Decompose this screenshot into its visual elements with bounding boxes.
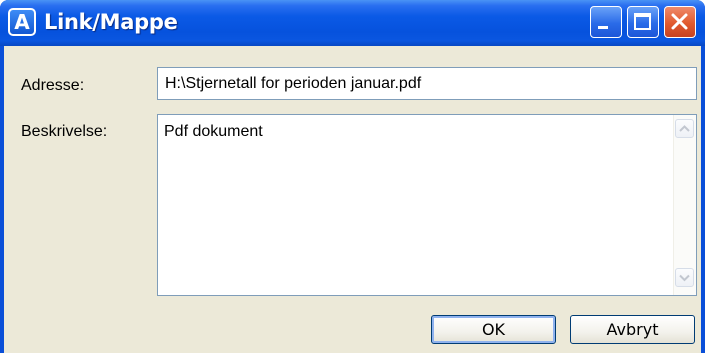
description-label: Beskrivelse: bbox=[21, 123, 108, 140]
maximize-icon bbox=[634, 13, 651, 30]
dialog-body: Adresse: H:\Stjernetall for perioden jan… bbox=[4, 46, 701, 353]
close-button[interactable] bbox=[664, 6, 696, 38]
ok-button[interactable]: OK bbox=[431, 315, 556, 344]
link-mappe-window: A Link/Mappe Adresse: H:\Stjernetall for… bbox=[0, 0, 705, 353]
window-title: Link/Mappe bbox=[44, 10, 178, 34]
cancel-button[interactable]: Avbryt bbox=[570, 315, 695, 344]
minimize-icon bbox=[598, 26, 608, 29]
app-icon: A bbox=[8, 8, 36, 36]
maximize-button[interactable] bbox=[627, 6, 659, 38]
vertical-scrollbar[interactable] bbox=[673, 115, 696, 295]
close-icon bbox=[671, 13, 688, 30]
chevron-down-icon bbox=[679, 274, 690, 282]
window-border-right bbox=[701, 46, 705, 353]
title-bar[interactable]: A Link/Mappe bbox=[0, 0, 705, 46]
scroll-up-button[interactable] bbox=[675, 119, 694, 138]
address-label: Adresse: bbox=[21, 77, 85, 94]
description-text: Pdf dokument bbox=[164, 123, 263, 140]
address-input[interactable]: H:\Stjernetall for perioden januar.pdf bbox=[157, 67, 697, 100]
minimize-button[interactable] bbox=[590, 6, 622, 38]
description-textarea[interactable]: Pdf dokument bbox=[157, 114, 697, 296]
chevron-up-icon bbox=[679, 125, 690, 132]
scroll-down-button[interactable] bbox=[675, 268, 694, 287]
